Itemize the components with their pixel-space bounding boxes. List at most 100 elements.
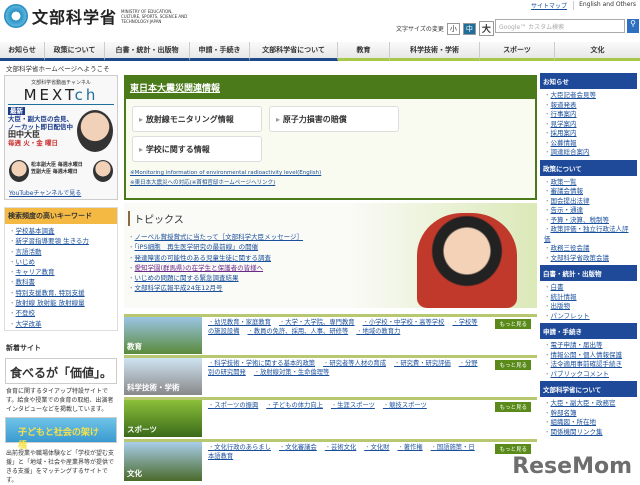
sidebar-link[interactable]: パンフレット — [551, 312, 590, 320]
quake-response-link[interactable]: ※東日本大震災への対応(※首相官邸ホームページへリンク) — [130, 178, 275, 186]
sidebar-link[interactable]: 見学案内 — [551, 120, 577, 128]
category-link[interactable]: 芸術文化 — [325, 444, 356, 451]
category-link[interactable]: 幼児教育・家庭教育 — [208, 319, 271, 326]
radioactivity-english-link[interactable]: ※Monitoring information of environmental… — [130, 170, 321, 176]
ministry-logo[interactable]: 文部科学省 MINISTRY OF EDUCATION, CULTURE, SP… — [4, 4, 191, 28]
sidebar-link[interactable]: 電子申請・届出等 — [551, 341, 603, 349]
sidebar-link[interactable]: 出版物 — [551, 302, 571, 310]
topic-link[interactable]: 「iPS細胞 再生医学研究の最前線」の開催 — [135, 243, 259, 251]
category-link[interactable]: スポーツの振興 — [208, 402, 258, 409]
nav-education[interactable]: 教育 — [338, 42, 390, 61]
topic-link[interactable]: ノーベル賞授賞式に当たって［文部科学大臣メッセージ］ — [135, 233, 304, 241]
keyword-link[interactable]: 言語活動 — [16, 248, 42, 256]
sidebar-link[interactable]: 大臣・副大臣・政務官 — [551, 399, 616, 407]
science-image[interactable]: 科学技術・学術 — [124, 358, 202, 395]
food-value-banner[interactable]: 食べるが「価値」。 — [5, 358, 117, 384]
category-link[interactable]: 小学校・中学校・高等学校 — [363, 319, 445, 326]
keyword-link[interactable]: 学校基本調査 — [16, 227, 55, 235]
nav-about[interactable]: 文部科学省について — [250, 42, 338, 61]
nav-sports[interactable]: スポーツ — [480, 42, 555, 61]
english-link[interactable]: English and Others — [573, 1, 636, 10]
nav-science[interactable]: 科学技術・学術 — [390, 42, 480, 61]
keyword-link[interactable]: 新学習指導要領 生きる力 — [16, 237, 89, 245]
category-link[interactable]: 地域の教育力 — [356, 328, 400, 335]
nuclear-compensation-button[interactable]: 原子力損害の賠償 — [269, 106, 399, 132]
search-input[interactable]: Google™ カスタム検索 — [495, 19, 625, 33]
font-large-button[interactable]: 大 — [479, 21, 494, 36]
sidebar-link[interactable]: 政務三役会議 — [551, 244, 590, 252]
sidebar-link[interactable]: 国会提出法律 — [551, 197, 590, 205]
more-button[interactable]: もっと見る — [495, 319, 531, 329]
education-image[interactable]: 教育 — [124, 317, 202, 354]
sidebar-link[interactable]: 報道発表 — [551, 101, 577, 109]
earthquake-title[interactable]: 東日本大震災関連情報 — [126, 77, 535, 99]
category-link[interactable]: 著作権 — [397, 444, 422, 451]
sidebar-link[interactable]: 法令適用事前確認手続き — [551, 360, 623, 368]
sidebar-link[interactable]: 白書 — [551, 283, 564, 291]
nav-news[interactable]: お知らせ — [0, 42, 45, 61]
search-button[interactable]: ⚲ — [627, 19, 639, 33]
sidebar-link[interactable]: 情報公開・個人情報保護 — [551, 351, 623, 359]
nav-culture[interactable]: 文化 — [555, 42, 640, 61]
sidebar-link[interactable]: 幹部名簿 — [551, 409, 577, 417]
topic-link[interactable]: いじめの問題に関する緊急調査結果 — [135, 274, 239, 282]
nav-publications[interactable]: 白書・統計・出版物 — [105, 42, 190, 61]
category-link[interactable]: 科学技術・学術に関する基本的政策 — [208, 360, 315, 367]
sidebar-link[interactable]: 組織図・所在地 — [551, 418, 597, 426]
sidebar-link[interactable]: 公募情報 — [551, 139, 577, 147]
category-link[interactable]: 文化財 — [364, 444, 389, 451]
topic-link[interactable]: 愛知学園(群馬県)の在学生と保護者の皆様へ — [135, 264, 264, 272]
sidebar-link[interactable]: 統計情報 — [551, 293, 577, 301]
keyword-link[interactable]: 大学改革 — [16, 320, 42, 328]
school-society-banner[interactable]: 子どもと社会の架け橋 — [5, 417, 117, 443]
school-info-button[interactable]: 学校に関する情報 — [132, 136, 262, 162]
font-medium-button[interactable]: 中 — [463, 23, 476, 35]
sidebar-link[interactable]: 調達総合案内 — [551, 148, 590, 156]
keyword-link[interactable]: キャリア教育 — [16, 268, 55, 276]
keyword-link[interactable]: 不登校 — [16, 309, 36, 317]
category-link[interactable]: 大学・大学院、専門教育 — [279, 319, 355, 326]
youtube-link[interactable]: YouTubeチャンネルで見る — [9, 188, 81, 197]
sidebar-link[interactable]: 審議会情報 — [551, 187, 584, 195]
font-small-button[interactable]: 小 — [447, 23, 460, 35]
mext-subtitle: 文部科学省動画チャンネル — [8, 79, 114, 86]
category-link[interactable]: 子どもの体力向上 — [266, 402, 323, 409]
keyword-link[interactable]: いじめ — [16, 258, 36, 266]
category-link[interactable]: 研究費・研究評価 — [394, 360, 451, 367]
sidebar-link[interactable]: 大臣記者会見等 — [551, 91, 597, 99]
sports-image[interactable]: スポーツ — [124, 400, 202, 437]
keyword-link[interactable]: 特別支援教育, 特別支援 — [16, 289, 85, 297]
school-society-desc: 出前授業や職場体験など「学校が望む支援」と「地域・社会や産業界等が提供できる支援… — [6, 449, 118, 485]
category-link[interactable]: 教員の免許、採用、人事、研修等 — [247, 328, 348, 335]
sidebar-link[interactable]: 政策一覧 — [551, 178, 577, 186]
keyword-link[interactable]: 教科書 — [16, 278, 36, 286]
sidebar-link[interactable]: 予算・決算、税制等 — [551, 216, 610, 224]
sidebar-heading-news: お知らせ — [540, 73, 637, 89]
sidebar-link[interactable]: 政策評価・独立行政法人評価 — [544, 225, 629, 243]
sidebar-link[interactable]: 告示・通達 — [551, 206, 584, 214]
sidebar-link[interactable]: 行事案内 — [551, 110, 577, 118]
topic-link[interactable]: 文部科学広報平成24年12月号 — [135, 284, 223, 292]
more-button[interactable]: もっと見る — [495, 444, 531, 454]
category-link[interactable]: 競技スポーツ — [383, 402, 427, 409]
topic-link[interactable]: 発達障害の可能性のある児童生徒に関する調査 — [135, 254, 272, 262]
category-link[interactable]: 文化審議会 — [279, 444, 317, 451]
more-button[interactable]: もっと見る — [495, 402, 531, 412]
sidebar-link[interactable]: 関係機関リンク集 — [551, 428, 603, 436]
more-button[interactable]: もっと見る — [495, 360, 531, 370]
font-size-label: 文字サイズの変更 — [396, 24, 444, 33]
sidebar-link[interactable]: 文部科学省政策会議 — [551, 254, 610, 262]
radiation-monitoring-button[interactable]: 放射線モニタリング情報 — [132, 106, 262, 132]
category-link[interactable]: 生涯スポーツ — [331, 402, 375, 409]
category-link[interactable]: 放射線対策・生命倫理等 — [254, 369, 330, 376]
culture-image[interactable]: 文化 — [124, 442, 202, 481]
category-link[interactable]: 文化行政のあらまし — [208, 444, 271, 451]
category-link[interactable]: 研究者等人材の育成 — [323, 360, 386, 367]
sidebar-link[interactable]: パブリックコメント — [551, 370, 610, 378]
mext-channel-banner[interactable]: 文部科学省動画チャンネル MEXTch 最新 大臣・副大臣の会見、ノーカット即日… — [4, 75, 118, 200]
keyword-link[interactable]: 放射線 放射能 放射線量 — [16, 299, 85, 307]
nav-policy[interactable]: 政策について — [45, 42, 105, 61]
nav-procedures[interactable]: 申請・手続き — [190, 42, 250, 61]
sidebar-link[interactable]: 採用案内 — [551, 129, 577, 137]
sitemap-link[interactable]: サイトマップ — [531, 1, 567, 10]
